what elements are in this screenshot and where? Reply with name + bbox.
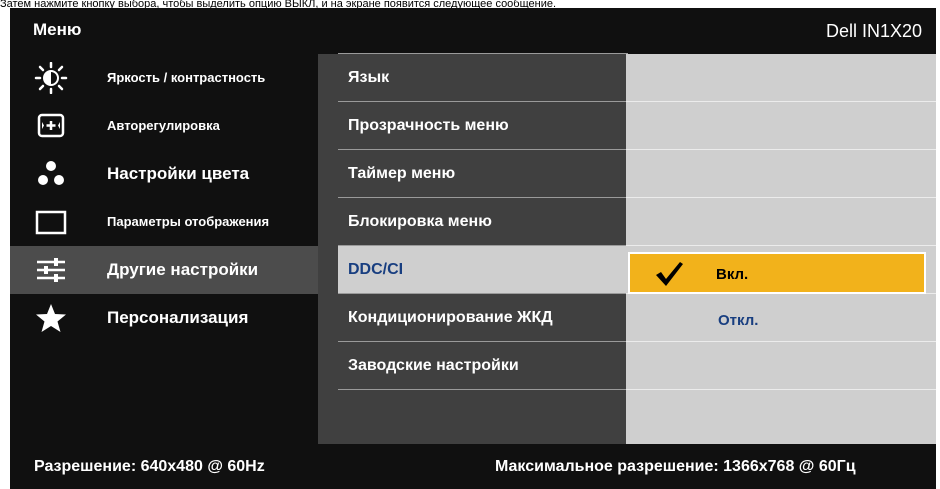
color-settings-icon: [38, 161, 64, 185]
option-off[interactable]: Откл.: [628, 300, 926, 342]
option-label: Откл.: [718, 312, 759, 329]
options-row: [626, 102, 936, 150]
submenu-item-label: Блокировка меню: [348, 213, 492, 230]
option-label: Вкл.: [716, 266, 749, 283]
submenu-item-ddc-ci[interactable]: DDC/CI: [338, 246, 628, 294]
star-icon: [36, 304, 66, 332]
menu-item-color-settings[interactable]: Настройки цвета: [10, 150, 318, 198]
submenu-item-label: Заводские настройки: [348, 357, 519, 374]
submenu-item-menu-transparency[interactable]: Прозрачность меню: [338, 102, 628, 150]
menu-item-label: Авторегулировка: [107, 118, 220, 133]
main-menu: Яркость / контрастность Авторегулировка …: [10, 54, 318, 444]
submenu-item-menu-lock[interactable]: Блокировка меню: [338, 198, 628, 246]
menu-item-label: Настройки цвета: [107, 164, 250, 183]
status-bar: Разрешение: 640x480 @ 60Hz Максимальное …: [10, 444, 936, 489]
menu-title: Меню: [33, 20, 82, 39]
option-on[interactable]: Вкл.: [628, 252, 926, 294]
checkmark-icon: [656, 262, 683, 286]
submenu-item-menu-timer[interactable]: Таймер меню: [338, 150, 628, 198]
submenu-item-lcd-conditioning[interactable]: Кондиционирование ЖКД: [338, 294, 628, 342]
display-settings-icon: [35, 210, 67, 235]
brightness-icon: [34, 62, 68, 94]
menu-item-other-settings[interactable]: Другие настройки: [10, 246, 318, 294]
submenu-item-language[interactable]: Язык: [338, 54, 628, 102]
menu-item-label: Параметры отображения: [107, 214, 270, 229]
submenu-item-label: Кондиционирование ЖКД: [348, 309, 553, 326]
page-caption: Затем нажмите кнопку выбора, чтобы выдел…: [0, 0, 557, 8]
current-resolution: Разрешение: 640x480 @ 60Hz: [34, 458, 265, 475]
options-row: [626, 198, 936, 246]
options-row: [626, 54, 936, 102]
submenu-item-label: DDC/CI: [348, 261, 404, 278]
options-row: [626, 150, 936, 198]
submenu-item-factory-reset[interactable]: Заводские настройки: [338, 342, 628, 390]
menu-item-display-settings[interactable]: Параметры отображения: [10, 198, 318, 246]
osd-header: Меню Dell IN1X20: [10, 8, 936, 54]
options-row: [626, 342, 936, 390]
submenu-item-label: Таймер меню: [348, 165, 456, 182]
menu-item-label: Персонализация: [107, 308, 249, 327]
menu-item-brightness-contrast[interactable]: Яркость / контрастность: [10, 54, 318, 102]
submenu-item-label: Язык: [348, 69, 390, 86]
menu-item-personalization[interactable]: Персонализация: [10, 294, 318, 342]
menu-item-label: Яркость / контрастность: [107, 70, 266, 85]
menu-item-auto-adjust[interactable]: Авторегулировка: [10, 102, 318, 150]
model-name: Dell IN1X20: [825, 21, 922, 41]
submenu-item-label: Прозрачность меню: [348, 117, 509, 134]
other-settings-icon: [37, 258, 65, 282]
auto-adjust-icon: [37, 113, 65, 138]
options-panel: Вкл. Откл.: [626, 54, 936, 444]
menu-item-label: Другие настройки: [107, 260, 259, 279]
max-resolution: Максимальное разрешение: 1366x768 @ 60Гц: [495, 458, 856, 475]
osd-menu: Меню Dell IN1X20 Яркость / контрастность…: [10, 8, 936, 489]
